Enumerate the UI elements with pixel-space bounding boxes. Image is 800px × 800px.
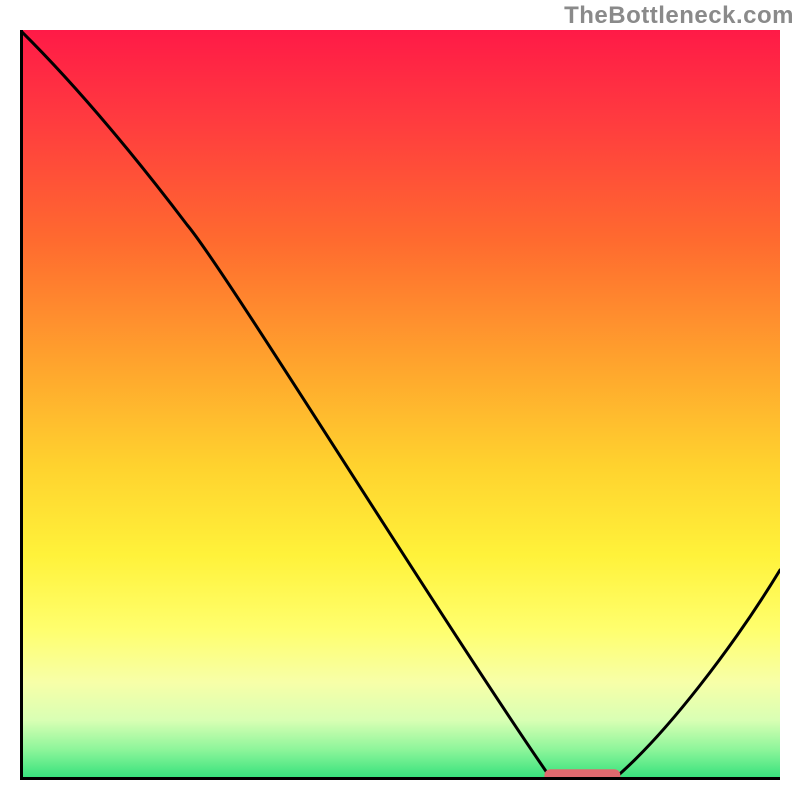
- chart-stage: TheBottleneck.com: [0, 0, 800, 800]
- x-axis: [20, 777, 780, 780]
- y-axis: [20, 30, 23, 780]
- watermark-text: TheBottleneck.com: [564, 2, 794, 30]
- curve-layer: [20, 30, 780, 780]
- bottleneck-curve: [20, 30, 780, 780]
- plot-area: [20, 30, 780, 780]
